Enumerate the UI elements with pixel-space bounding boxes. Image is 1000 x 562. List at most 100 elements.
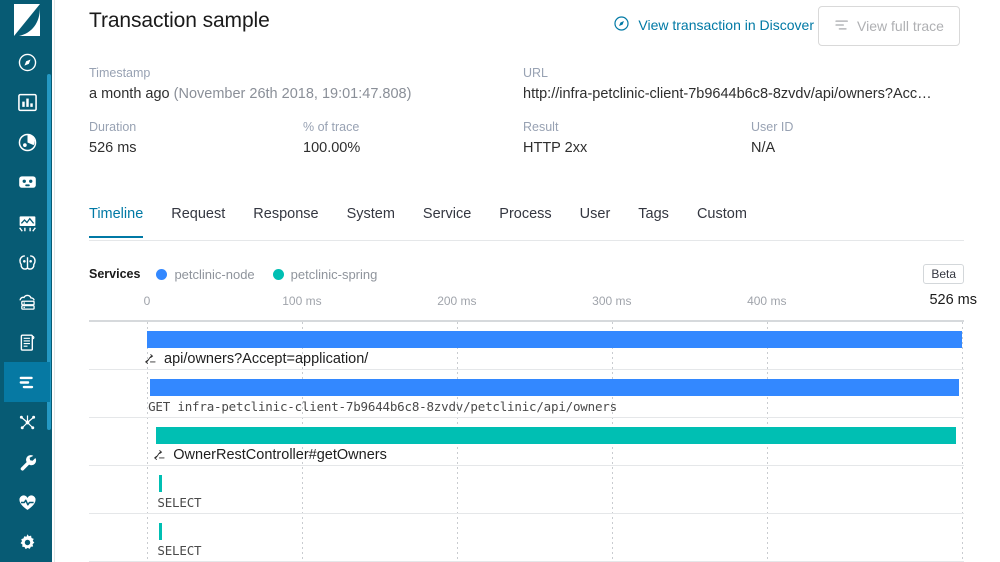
tab-label: Request <box>171 206 226 222</box>
sidebar-item-machine-learning[interactable] <box>4 242 50 282</box>
service-legend-item: petclinic-spring <box>272 266 378 282</box>
url-value: http://infra-petclinic-client-7b9644b6c8… <box>523 86 932 102</box>
url-field: URL http://infra-petclinic-client-7b9644… <box>523 66 943 102</box>
compass-icon <box>613 15 630 35</box>
sidebar-item-infrastructure[interactable] <box>4 282 50 322</box>
tab-request[interactable]: Request <box>157 203 239 237</box>
sidebar-item-management[interactable] <box>4 522 50 562</box>
service-color-dot-icon <box>272 268 284 280</box>
timeline-span-row[interactable]: api/owners?Accept=application/ <box>89 322 964 370</box>
span-label: GET infra-petclinic-client-7b9644b6c8-8z… <box>148 399 617 414</box>
span-label: api/owners?Accept=application/ <box>144 351 368 367</box>
span-transaction-icon <box>144 352 158 366</box>
service-name: petclinic-node <box>174 266 255 282</box>
axis-total-label: 526 ms <box>929 292 977 308</box>
timestamp-value: a month ago (November 26th 2018, 19:01:4… <box>89 86 523 102</box>
percent-of-trace-value: 100.00% <box>303 140 361 156</box>
sidebar-item-dashboard[interactable] <box>4 122 50 162</box>
sidebar-item-graph[interactable] <box>4 402 50 442</box>
tab-system[interactable]: System <box>333 203 409 237</box>
beta-badge: Beta <box>923 264 964 284</box>
user-id-field: User ID N/A <box>751 120 931 156</box>
sidebar-item-apm[interactable] <box>4 362 50 402</box>
service-legend-item: petclinic-node <box>156 266 255 282</box>
timeline-span-row[interactable]: SELECT <box>89 514 964 562</box>
view-full-trace-button[interactable]: View full trace <box>818 6 960 46</box>
wrench-icon <box>17 452 38 473</box>
tab-label: Service <box>422 206 472 222</box>
sidebar-item-maps[interactable] <box>4 202 50 242</box>
graph-nodes-icon <box>17 412 38 433</box>
span-label-text: api/owners?Accept=application/ <box>164 351 369 367</box>
tab-process[interactable]: Process <box>485 203 565 237</box>
timestamp-relative: a month ago <box>89 86 174 102</box>
tab-label: Process <box>499 206 552 222</box>
timestamp-absolute: (November 26th 2018, 19:01:47.808) <box>173 86 412 102</box>
timeline-axis: 0 100 ms 200 ms 300 ms 400 ms 526 ms <box>89 292 977 320</box>
sidebar-item-monitoring[interactable] <box>4 482 50 522</box>
global-nav-sidebar <box>0 0 54 562</box>
timeline-span-row[interactable]: SELECT <box>89 466 964 514</box>
span-label: OwnerRestController#getOwners <box>153 447 387 463</box>
result-value: HTTP 2xx <box>523 140 588 156</box>
infrastructure-icon <box>17 292 38 313</box>
ml-brain-icon <box>17 252 38 273</box>
timeline-span-row[interactable]: GET infra-petclinic-client-7b9644b6c8-8z… <box>89 370 964 418</box>
axis-tick: 300 ms <box>592 294 632 308</box>
timestamp-label: Timestamp <box>89 66 151 80</box>
sidebar-item-dev-tools[interactable] <box>4 442 50 482</box>
tab-timeline[interactable]: Timeline <box>89 203 157 238</box>
span-label-text: OwnerRestController#getOwners <box>173 447 387 463</box>
tab-user[interactable]: User <box>566 203 625 237</box>
canvas-icon <box>17 172 38 193</box>
span-duration-bar[interactable] <box>150 379 959 396</box>
span-duration-bar[interactable] <box>156 427 956 444</box>
apm-traces-icon <box>17 372 38 393</box>
duration-label: Duration <box>89 120 137 134</box>
service-name: petclinic-spring <box>290 266 378 282</box>
tab-response[interactable]: Response <box>239 203 332 237</box>
timeline-span-row[interactable]: OwnerRestController#getOwners <box>89 418 964 466</box>
service-color-dot-icon <box>156 268 168 280</box>
sidebar-item-discover[interactable] <box>4 42 50 82</box>
heart-pulse-icon <box>17 492 38 513</box>
page-title: Transaction sample <box>89 9 270 32</box>
sidebar-item-logs[interactable] <box>4 322 50 362</box>
timeline-rows: api/owners?Accept=application/GET infra-… <box>89 320 964 562</box>
metadata-row-2: Duration 526 ms % of trace 100.00% Resul… <box>89 120 964 156</box>
main-content: Transaction sample View transaction in D… <box>54 0 1000 562</box>
user-id-value: N/A <box>751 140 776 156</box>
axis-tick: 400 ms <box>747 294 787 308</box>
result-field: Result HTTP 2xx <box>523 120 751 156</box>
duration-field: Duration 526 ms <box>89 120 303 156</box>
kibana-logo[interactable] <box>0 0 54 42</box>
apm-transaction-sample-page: Transaction sample View transaction in D… <box>0 0 1000 562</box>
tab-service[interactable]: Service <box>409 203 485 237</box>
span-duration-bar[interactable] <box>159 523 163 540</box>
user-id-label: User ID <box>751 120 794 134</box>
maps-icon <box>17 212 38 233</box>
duration-value: 526 ms <box>89 140 137 156</box>
tab-label: User <box>579 206 611 222</box>
tab-label: Response <box>253 206 319 222</box>
span-label-text: SELECT <box>157 495 202 510</box>
span-duration-bar[interactable] <box>159 475 163 492</box>
detail-tabs: Timeline Request Response System Service Proc… <box>89 203 964 241</box>
span-duration-bar[interactable] <box>147 331 962 348</box>
sidebar-item-canvas[interactable] <box>4 162 50 202</box>
span-label: SELECT <box>157 495 201 510</box>
timeline-panel: Services petclinic-node petclinic-spring … <box>89 262 977 562</box>
view-in-discover-link[interactable]: View transaction in Discover <box>613 15 814 35</box>
services-legend: Services petclinic-node petclinic-spring … <box>89 262 964 286</box>
tab-label: System <box>346 206 395 222</box>
url-label: URL <box>523 66 549 80</box>
tab-label: Timeline <box>89 206 144 222</box>
span-transaction-icon <box>153 448 167 462</box>
tab-tags[interactable]: Tags <box>624 203 683 237</box>
gear-icon <box>17 532 38 553</box>
tab-label: Tags <box>638 206 669 222</box>
span-label-text: SELECT <box>157 543 202 558</box>
sidebar-item-visualize[interactable] <box>4 82 50 122</box>
result-label: Result <box>523 120 559 134</box>
tab-custom[interactable]: Custom <box>683 203 761 237</box>
